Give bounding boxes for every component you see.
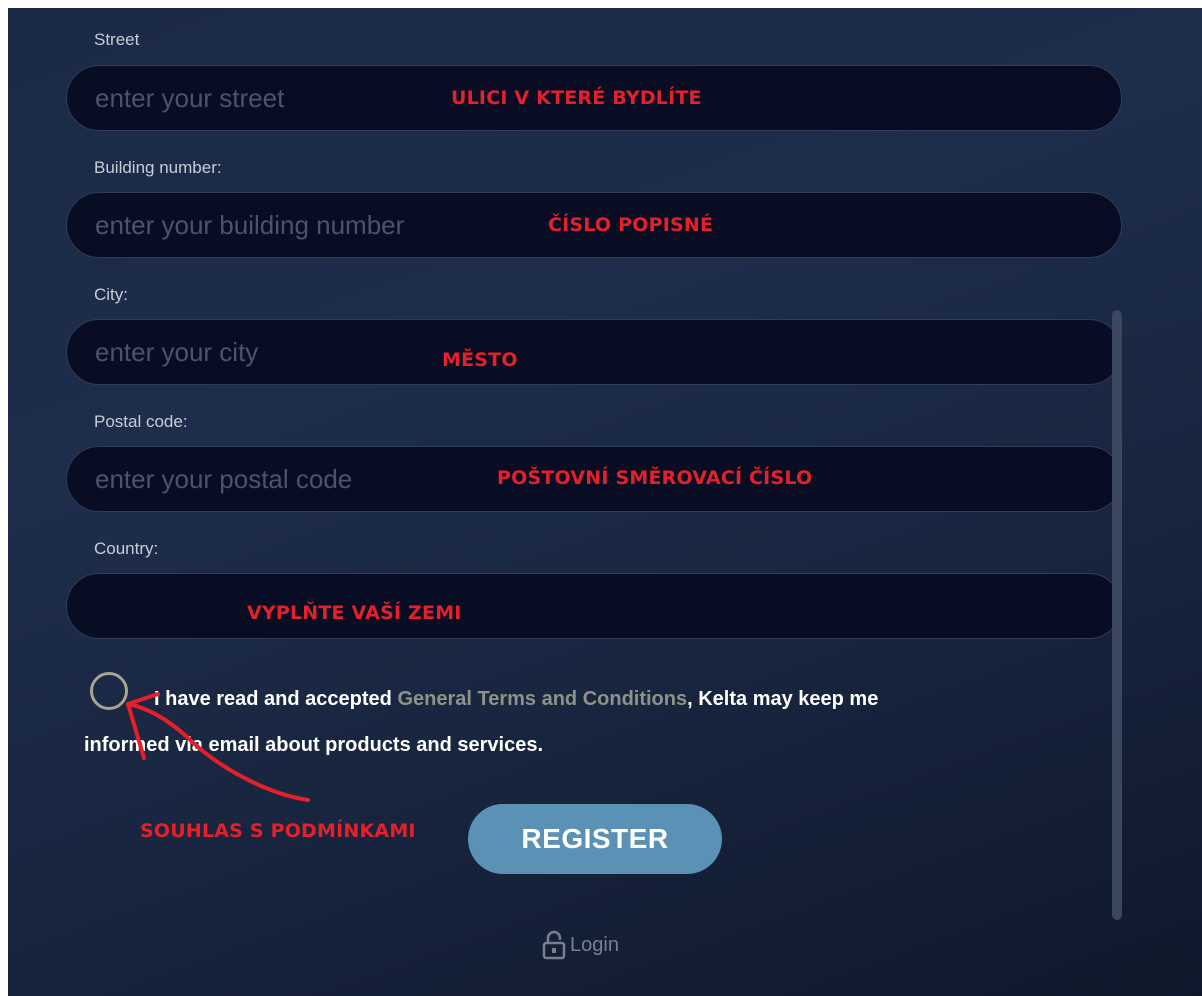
street-label: Street — [94, 30, 140, 49]
consent-annotation: SOUHLAS S PODMÍNKAMI — [140, 820, 416, 842]
login-label[interactable]: Login — [570, 934, 619, 957]
lock-icon — [542, 930, 566, 960]
city-field[interactable] — [66, 319, 1122, 385]
register-button[interactable]: REGISTER — [468, 804, 722, 874]
building-number-label: Building number: — [94, 158, 222, 177]
city-annotation: MĚSTO — [442, 349, 518, 371]
country-field[interactable] — [66, 573, 1122, 639]
postal-code-label: Postal code: — [94, 412, 188, 431]
login-link[interactable]: Login — [542, 930, 619, 960]
postal-code-annotation: POŠTOVNÍ SMĚROVACÍ ČÍSLO — [497, 467, 813, 489]
terms-text-line2: informed via email about products and se… — [84, 734, 544, 756]
terms-checkbox[interactable] — [90, 672, 128, 710]
country-label: Country: — [94, 539, 159, 558]
terms-text-line1: I have read and accepted General Terms a… — [154, 688, 878, 711]
scrollbar[interactable] — [1112, 310, 1122, 920]
terms-text-before: I have read and accepted — [154, 688, 398, 710]
city-label: City: — [94, 285, 128, 304]
building-number-annotation: ČÍSLO POPISNÉ — [548, 214, 714, 236]
country-annotation: VYPLŇTE VAŠÍ ZEMI — [247, 602, 462, 624]
terms-text-after: , Kelta may keep me — [687, 688, 879, 710]
street-annotation: ULICI V KTERÉ BYDLÍTE — [451, 87, 702, 109]
terms-link[interactable]: General Terms and Conditions — [397, 688, 687, 710]
registration-panel: Street ULICI V KTERÉ BYDLÍTE Building nu… — [8, 8, 1202, 996]
